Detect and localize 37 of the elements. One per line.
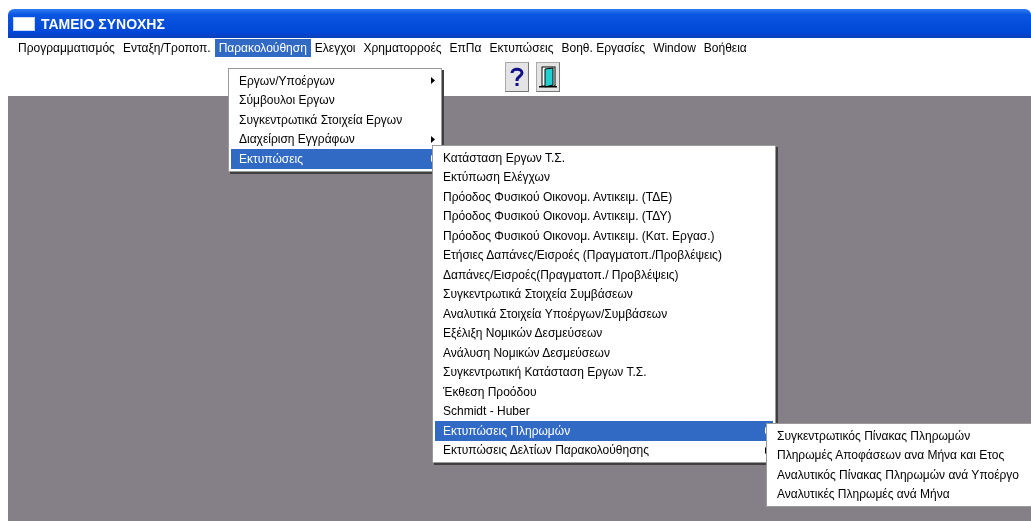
menu-item[interactable]: Εξέλιξη Νομικών Δεσμεύσεων: [435, 323, 773, 343]
menu-item[interactable]: Schmidt - Huber: [435, 401, 773, 421]
menu-item[interactable]: Έκθεση Προόδου: [435, 382, 773, 402]
menu-bar-item[interactable]: ΕπΠα: [445, 39, 486, 57]
menu-item[interactable]: Εργων/Υποέργων: [231, 71, 439, 91]
menu-item[interactable]: Πρόοδος Φυσικού Οικονομ. Αντικειμ. (ΤΔΕ): [435, 187, 773, 207]
help-button[interactable]: [505, 62, 529, 92]
menu-item[interactable]: Διαχείριση Εγγράφων: [231, 129, 439, 149]
menu-item[interactable]: Πρόοδος Φυσικού Οικονομ. Αντικειμ. (Κατ. Εργασ.): [435, 226, 773, 246]
menu-bar-item[interactable]: Προγραμματισμός: [14, 39, 119, 57]
menu-item[interactable]: Συγκεντρωτικά Στοιχεία Συμβάσεων: [435, 284, 773, 304]
menu-bar-item[interactable]: Ενταξη/Τροποπ.: [118, 39, 215, 57]
menu-item[interactable]: Σύμβουλοι Εργων: [231, 90, 439, 110]
menu-bar-item[interactable]: Βοηθ. Εργασίες: [557, 39, 650, 57]
menu-item[interactable]: Συγκεντρωτικά Στοιχεία Εργων: [231, 110, 439, 130]
exit-button[interactable]: [536, 62, 560, 92]
help-icon: [510, 67, 524, 87]
menu-item[interactable]: Ανάλυση Νομικών Δεσμεύσεων: [435, 343, 773, 363]
menu-item[interactable]: Αναλυτικά Στοιχεία Υποέργων/Συμβάσεων: [435, 304, 773, 324]
menu-item[interactable]: Εκτύπωση Ελέγχων: [435, 167, 773, 187]
menu-bar-item[interactable]: Χρηματορροές: [359, 39, 446, 57]
menu-item[interactable]: Εκτυπώσεις Πληρωμών: [435, 421, 773, 441]
menu-bar-item[interactable]: Παρακολούθηση: [214, 39, 311, 57]
door-icon: [539, 66, 557, 88]
menu-bar-item[interactable]: Βοήθεια: [699, 39, 751, 57]
menu-item[interactable]: Αναλυτικός Πίνακας Πληρωμών ανά Υποέργο: [769, 465, 1029, 485]
menu-bar-item[interactable]: Εκτυπώσεις: [485, 39, 558, 57]
window-title: ΤΑΜΕΙΟ ΣΥΝΟΧΗΣ: [41, 15, 165, 32]
menu-item[interactable]: Δαπάνες/Εισροές(Πραγματοπ./ Προβλέψεις): [435, 265, 773, 285]
window-icon: [13, 16, 35, 31]
menu-item[interactable]: Ετήσιες Δαπάνες/Εισροές (Πραγματοπ./Προβλέψεις): [435, 245, 773, 265]
menu-item[interactable]: Πληρωμές Αποφάσεων ανα Μήνα και Ετος: [769, 445, 1029, 465]
menu-item[interactable]: Πρόοδος Φυσικού Οικονομ. Αντικειμ. (ΤΔΥ): [435, 206, 773, 226]
menu-item[interactable]: Αναλυτικές Πληρωμές ανά Μήνα: [769, 484, 1029, 504]
menu-bar-item[interactable]: Ελεγχοι: [310, 39, 360, 57]
menu-bar-item[interactable]: Window: [649, 39, 700, 57]
menu-item[interactable]: Συγκεντρωτική Κατάσταση Εργων Τ.Σ.: [435, 362, 773, 382]
